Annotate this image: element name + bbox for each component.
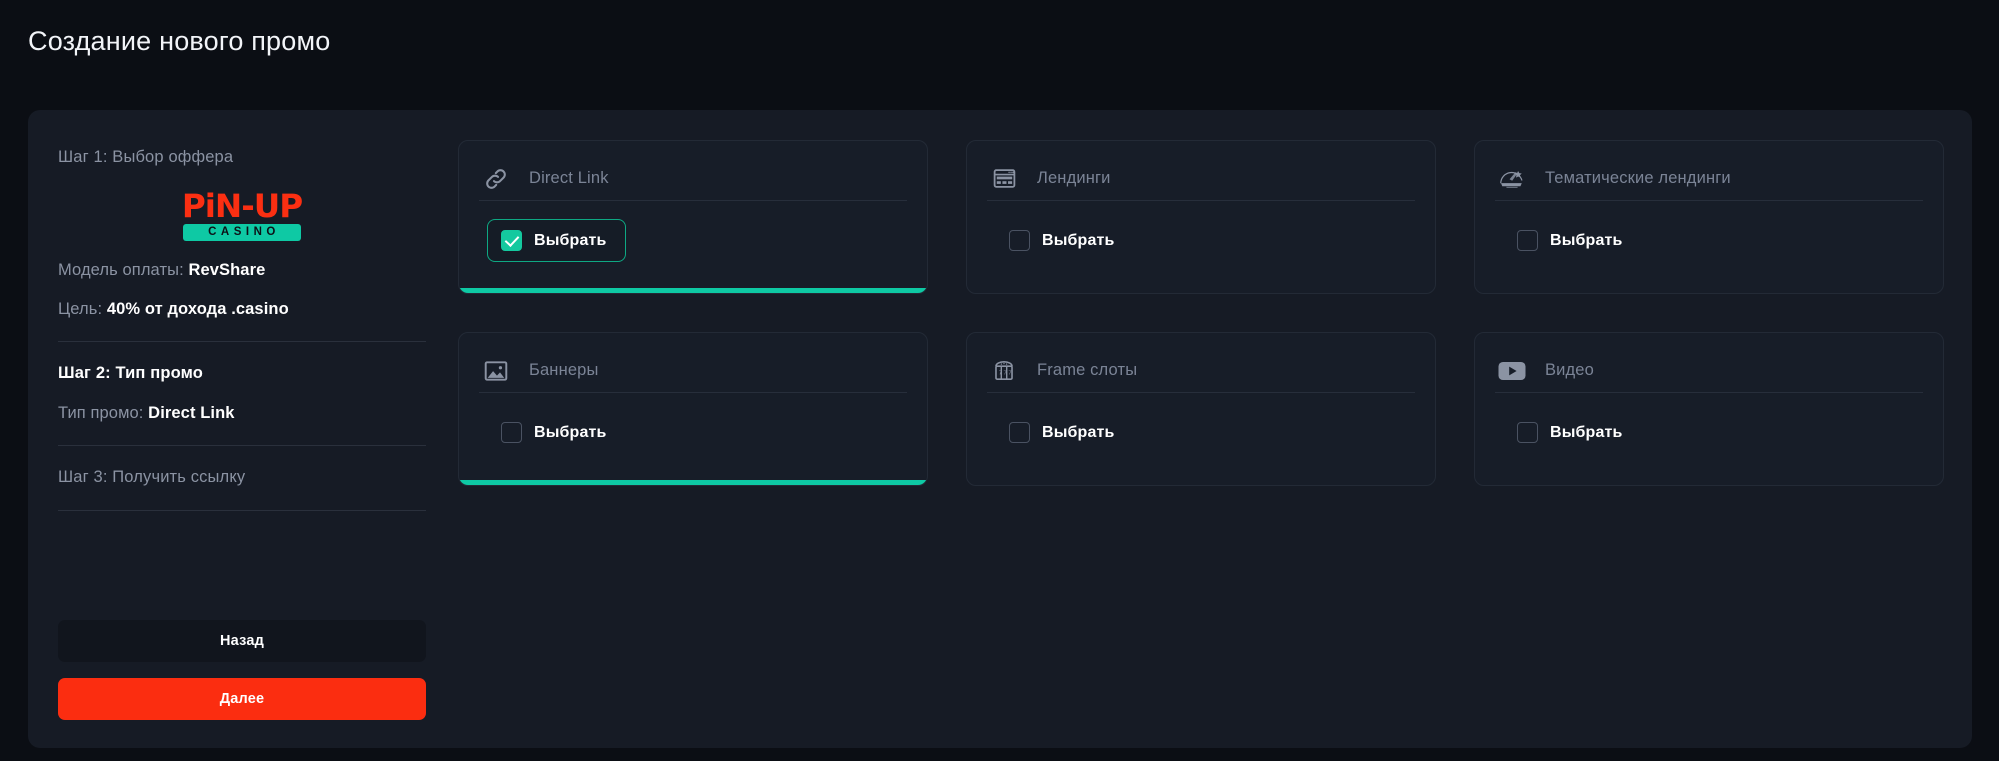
link-icon bbox=[479, 164, 513, 194]
promo-card-direct-link[interactable]: Direct Link Выбрать bbox=[458, 140, 928, 294]
promo-card-banners[interactable]: Баннеры Выбрать bbox=[458, 332, 928, 486]
sidebar-divider-2 bbox=[58, 445, 426, 447]
choose-label: Выбрать bbox=[1042, 231, 1115, 249]
emblem-badge-icon bbox=[1495, 164, 1529, 194]
goal-label: Цель: bbox=[58, 300, 103, 319]
payment-model-row: Модель оплаты: RevShare bbox=[58, 261, 426, 280]
payment-model-label: Модель оплаты: bbox=[58, 261, 184, 280]
checkbox-thematic-landings[interactable] bbox=[1517, 230, 1538, 251]
checkbox-banners[interactable] bbox=[501, 422, 522, 443]
choose-toggle-frame-slots[interactable]: Выбрать bbox=[995, 411, 1134, 454]
choose-label: Выбрать bbox=[1550, 231, 1623, 249]
promo-card-landings[interactable]: Лендинги Выбрать bbox=[966, 140, 1436, 294]
svg-text:7: 7 bbox=[1003, 370, 1006, 376]
promo-card-title: Лендинги bbox=[1037, 169, 1111, 187]
checkbox-frame-slots[interactable] bbox=[1009, 422, 1030, 443]
sidebar-divider-1 bbox=[58, 341, 426, 343]
promo-card-title: Видео bbox=[1545, 361, 1594, 379]
main-panel: Шаг 1: Выбор оффера PiN-UP CASINO Модель… bbox=[28, 110, 1972, 748]
goal-row: Цель: 40% от дохода .casino bbox=[58, 300, 426, 319]
choose-label: Выбрать bbox=[534, 423, 607, 441]
steps-sidebar: Шаг 1: Выбор оффера PiN-UP CASINO Модель… bbox=[58, 138, 458, 720]
promo-type-cards-grid: Direct Link Выбрать Лендинги Выбрать Тем… bbox=[458, 138, 1944, 720]
choose-toggle-video[interactable]: Выбрать bbox=[1503, 411, 1642, 454]
step-3-label: Шаг 3: Получить ссылку bbox=[58, 468, 246, 487]
choose-label: Выбрать bbox=[1550, 423, 1623, 441]
promo-type-value: Direct Link bbox=[148, 404, 235, 423]
promo-card-title: Direct Link bbox=[529, 169, 609, 187]
promo-card-title: Баннеры bbox=[529, 361, 599, 379]
image-icon bbox=[479, 356, 513, 386]
promo-card-thematic-landings[interactable]: Тематические лендинги Выбрать bbox=[1474, 140, 1944, 294]
checkbox-landings[interactable] bbox=[1009, 230, 1030, 251]
choose-toggle-thematic-landings[interactable]: Выбрать bbox=[1503, 219, 1642, 262]
checkbox-video[interactable] bbox=[1517, 422, 1538, 443]
promo-card-title: Frame слоты bbox=[1037, 361, 1138, 379]
goal-value: 40% от дохода .casino bbox=[106, 300, 289, 319]
back-button[interactable]: Назад bbox=[58, 620, 426, 662]
slot-machine-icon: 7 7 7 bbox=[987, 356, 1021, 386]
checkbox-direct-link[interactable] bbox=[501, 230, 522, 251]
next-button[interactable]: Далее bbox=[58, 678, 426, 720]
step-1-label: Шаг 1: Выбор оффера bbox=[58, 148, 234, 166]
step-2-label: Шаг 2: Тип промо bbox=[58, 364, 203, 383]
promo-card-frame-slots[interactable]: 7 7 7 Frame слоты Выбрать bbox=[966, 332, 1436, 486]
choose-toggle-landings[interactable]: Выбрать bbox=[995, 219, 1134, 262]
promo-card-video[interactable]: Видео Выбрать bbox=[1474, 332, 1944, 486]
browser-window-icon bbox=[987, 164, 1021, 194]
payment-model-value: RevShare bbox=[188, 261, 266, 280]
choose-toggle-direct-link[interactable]: Выбрать bbox=[487, 219, 626, 262]
promo-card-title: Тематические лендинги bbox=[1545, 169, 1731, 187]
offer-logo-name: PiN-UP bbox=[181, 186, 303, 225]
choose-label: Выбрать bbox=[1042, 423, 1115, 441]
promo-creation-page: Создание нового промо Шаг 1: Выбор оффер… bbox=[0, 0, 1999, 761]
promo-type-label: Тип промо: bbox=[58, 404, 144, 423]
play-video-icon bbox=[1495, 356, 1529, 386]
offer-logo-subtitle: CASINO bbox=[183, 223, 301, 242]
svg-text:7: 7 bbox=[999, 370, 1002, 376]
svg-text:7: 7 bbox=[1008, 370, 1011, 376]
choose-toggle-banners[interactable]: Выбрать bbox=[487, 411, 626, 454]
promo-type-row: Тип промо: Direct Link bbox=[58, 404, 426, 423]
offer-logo: PiN-UP CASINO bbox=[58, 190, 426, 242]
choose-label: Выбрать bbox=[534, 231, 607, 249]
page-title: Создание нового промо bbox=[28, 26, 331, 56]
